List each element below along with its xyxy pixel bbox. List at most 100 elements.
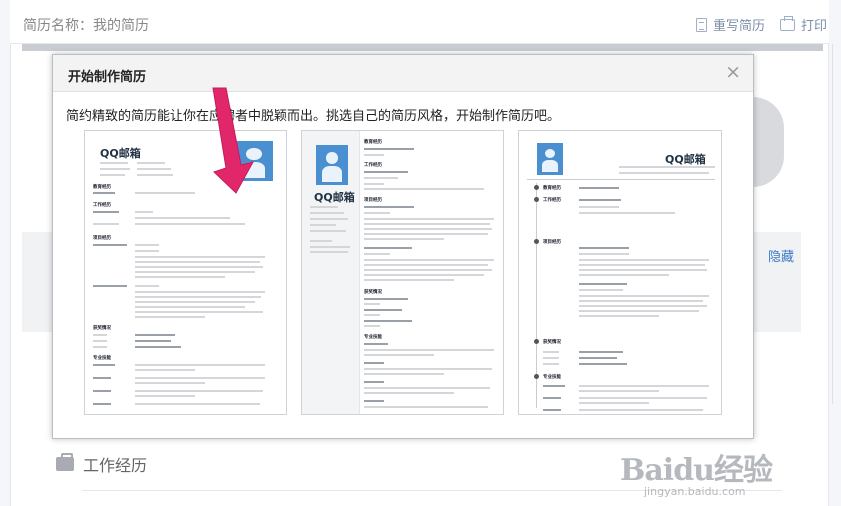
resume-template-sidebar[interactable]: QQ邮箱 教育经历 工作经历 项目经历 获奖情况 专业技能 bbox=[301, 130, 504, 415]
template-line bbox=[93, 244, 127, 246]
template-line bbox=[364, 381, 384, 383]
template-section-title: 获奖情况 bbox=[543, 340, 561, 345]
template-line bbox=[93, 192, 115, 194]
template-line bbox=[135, 369, 195, 371]
template-line bbox=[135, 217, 230, 219]
template-line bbox=[364, 206, 414, 208]
template-name: QQ邮箱 bbox=[100, 147, 141, 160]
template-line bbox=[579, 357, 617, 359]
template-line bbox=[135, 403, 260, 405]
template-divider bbox=[527, 179, 715, 180]
template-line bbox=[135, 382, 205, 384]
template-line bbox=[364, 320, 412, 322]
template-line bbox=[579, 310, 699, 312]
template-line bbox=[310, 212, 344, 214]
hide-section-link[interactable]: 隐藏 bbox=[768, 246, 794, 265]
template-line bbox=[364, 264, 488, 266]
template-line bbox=[135, 266, 263, 268]
template-line bbox=[364, 259, 494, 261]
template-line bbox=[135, 316, 205, 318]
template-line bbox=[93, 211, 119, 213]
template-line bbox=[135, 346, 181, 348]
start-resume-dialog: 开始制作简历 × 简约精致的简历能让你在应聘者中脱颖而出。挑选自己的简历风格，开… bbox=[52, 54, 754, 439]
template-line bbox=[579, 259, 709, 261]
template-line bbox=[135, 306, 245, 308]
rewrite-resume-button[interactable]: 重写简历 bbox=[696, 15, 765, 34]
template-line bbox=[579, 305, 707, 307]
template-line bbox=[93, 364, 115, 366]
template-line bbox=[93, 223, 119, 225]
template-photo bbox=[316, 145, 348, 185]
template-photo bbox=[235, 141, 273, 181]
print-button[interactable]: 打印 bbox=[780, 15, 827, 34]
template-section-title: 教育经历 bbox=[543, 186, 561, 191]
template-line bbox=[135, 244, 159, 246]
close-icon[interactable]: × bbox=[725, 62, 741, 82]
template-line bbox=[364, 171, 408, 173]
template-line bbox=[364, 274, 484, 276]
template-line bbox=[364, 238, 444, 240]
template-line bbox=[364, 253, 390, 255]
template-line bbox=[619, 166, 715, 168]
resume-name-label: 简历名称：我的简历 bbox=[23, 18, 149, 34]
template-line bbox=[364, 223, 490, 225]
template-line bbox=[364, 368, 492, 370]
template-info-line bbox=[100, 174, 125, 176]
template-line bbox=[364, 228, 492, 230]
template-line bbox=[543, 409, 561, 411]
document-icon bbox=[696, 17, 707, 32]
template-line bbox=[364, 233, 488, 235]
template-section-title: 项目经历 bbox=[364, 198, 382, 203]
template-name: QQ邮箱 bbox=[665, 153, 706, 166]
dialog-description: 简约精致的简历能让你在应聘者中脱颖而出。挑选自己的简历风格，开始制作简历吧。 bbox=[66, 109, 561, 124]
rewrite-resume-label: 重写简历 bbox=[713, 19, 766, 34]
template-line bbox=[579, 402, 649, 404]
template-dot bbox=[534, 339, 539, 344]
template-line bbox=[579, 269, 707, 271]
template-info-line bbox=[137, 168, 171, 170]
template-line bbox=[93, 334, 107, 336]
template-section-title: 工作经历 bbox=[364, 163, 382, 168]
template-section-title: 专业技能 bbox=[543, 375, 561, 380]
template-line bbox=[579, 274, 669, 276]
template-info-line bbox=[100, 168, 130, 170]
template-line bbox=[579, 385, 709, 387]
template-line bbox=[93, 377, 111, 379]
template-line bbox=[579, 351, 623, 353]
baidu-watermark: Baidu经验 jingyan.baidu.com bbox=[620, 445, 773, 498]
template-line bbox=[135, 223, 245, 225]
print-label: 打印 bbox=[801, 19, 828, 34]
template-line bbox=[310, 218, 348, 220]
dialog-header: 开始制作简历 × bbox=[53, 55, 753, 92]
template-line bbox=[135, 291, 265, 293]
template-line bbox=[310, 246, 350, 248]
template-line bbox=[135, 311, 263, 313]
template-line bbox=[135, 301, 255, 303]
template-line bbox=[310, 206, 338, 208]
template-dot bbox=[534, 239, 539, 244]
template-line bbox=[364, 212, 390, 214]
template-line bbox=[579, 390, 659, 392]
resume-template-classic[interactable]: QQ邮箱 教育经历 工作经历 项目经历 获奖情况 专业技能 bbox=[84, 130, 287, 415]
template-line bbox=[543, 351, 559, 353]
template-line bbox=[364, 183, 384, 185]
template-line bbox=[364, 154, 384, 156]
work-experience-section: 工作经历 bbox=[56, 452, 147, 476]
template-line bbox=[135, 271, 255, 273]
template-line bbox=[135, 256, 265, 258]
template-line bbox=[135, 340, 171, 342]
template-line bbox=[543, 357, 559, 359]
template-line bbox=[579, 409, 703, 411]
template-line bbox=[364, 400, 384, 402]
template-line bbox=[135, 364, 265, 366]
template-line bbox=[135, 390, 263, 392]
template-line bbox=[135, 395, 195, 397]
template-line bbox=[364, 362, 384, 364]
template-line bbox=[310, 251, 348, 253]
template-line bbox=[579, 300, 703, 302]
template-line bbox=[135, 211, 153, 213]
template-name: QQ邮箱 bbox=[314, 191, 355, 204]
template-dot bbox=[534, 185, 539, 190]
resume-template-timeline[interactable]: QQ邮箱 教育经历 工作经历 项目经历 获奖情况 专业技能 bbox=[518, 130, 722, 415]
template-line bbox=[364, 148, 414, 150]
